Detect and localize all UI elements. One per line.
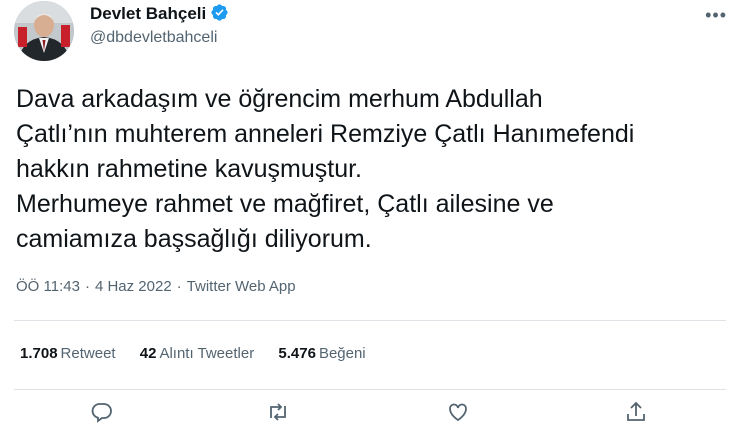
tweet-card: Devlet Bahçeli @dbdevletbahceli ••• Dava…	[0, 0, 740, 423]
quote-count: 42	[139, 345, 157, 362]
reply-icon	[91, 403, 112, 423]
quote-label: Alıntı Tweetler	[159, 345, 255, 362]
retweet-label: Retweet	[60, 345, 116, 362]
retweet-button[interactable]	[266, 400, 292, 422]
tweet-text-line: camiamıza başsağlığı diliyorum.	[16, 225, 372, 253]
tweet-text-line: Dava arkadaşım ve öğrencim merhum Abdull…	[16, 85, 543, 113]
verified-badge-icon	[211, 4, 228, 21]
tweet-source[interactable]: Twitter Web App	[187, 278, 296, 295]
action-bar	[0, 400, 740, 424]
share-icon	[627, 401, 645, 421]
divider	[14, 320, 726, 321]
avatar[interactable]	[14, 1, 74, 61]
author-name[interactable]: Devlet Bahçeli	[90, 3, 229, 24]
like-stat[interactable]: 5.476 Beğeni	[278, 345, 365, 362]
tweet-text-line: Çatlı’nın muhterem anneleri Remziye Çatl…	[16, 120, 635, 148]
meta-separator: ·	[84, 278, 90, 295]
divider	[14, 389, 726, 390]
tweet-text-line: hakkın rahmetine kavuşmuştur.	[16, 155, 362, 183]
like-icon	[449, 403, 467, 422]
quote-stat[interactable]: 42 Alıntı Tweetler	[140, 345, 254, 362]
retweet-stat[interactable]: 1.708 Retweet	[20, 345, 116, 362]
retweet-icon	[270, 403, 286, 421]
tweet-text-line: Merhumeye rahmet ve mağfiret, Çatlı aile…	[16, 190, 554, 218]
meta-separator: ·	[176, 278, 182, 295]
tweet-meta: ÖÖ 11:43 · 4 Haz 2022 · Twitter Web App	[16, 278, 296, 295]
author-display-name[interactable]: Devlet Bahçeli	[90, 4, 206, 23]
tweet-time[interactable]: ÖÖ 11:43	[16, 278, 80, 295]
profile-photo	[14, 1, 74, 61]
like-count: 5.476	[278, 345, 316, 362]
share-button[interactable]	[624, 400, 650, 422]
reply-button[interactable]	[90, 400, 116, 423]
tweet-text: Dava arkadaşım ve öğrencim merhum Abdull…	[16, 82, 726, 257]
like-button[interactable]	[446, 400, 472, 422]
tweet-stats: 1.708 Retweet 42 Alıntı Tweetler 5.476 Beğe…	[20, 345, 386, 362]
more-horizontal-icon[interactable]: •••	[705, 6, 727, 24]
like-label: Beğeni	[318, 345, 366, 362]
author-handle[interactable]: @dbdevletbahceli	[90, 29, 217, 47]
retweet-count: 1.708	[20, 345, 58, 362]
tweet-date[interactable]: 4 Haz 2022	[95, 278, 172, 295]
